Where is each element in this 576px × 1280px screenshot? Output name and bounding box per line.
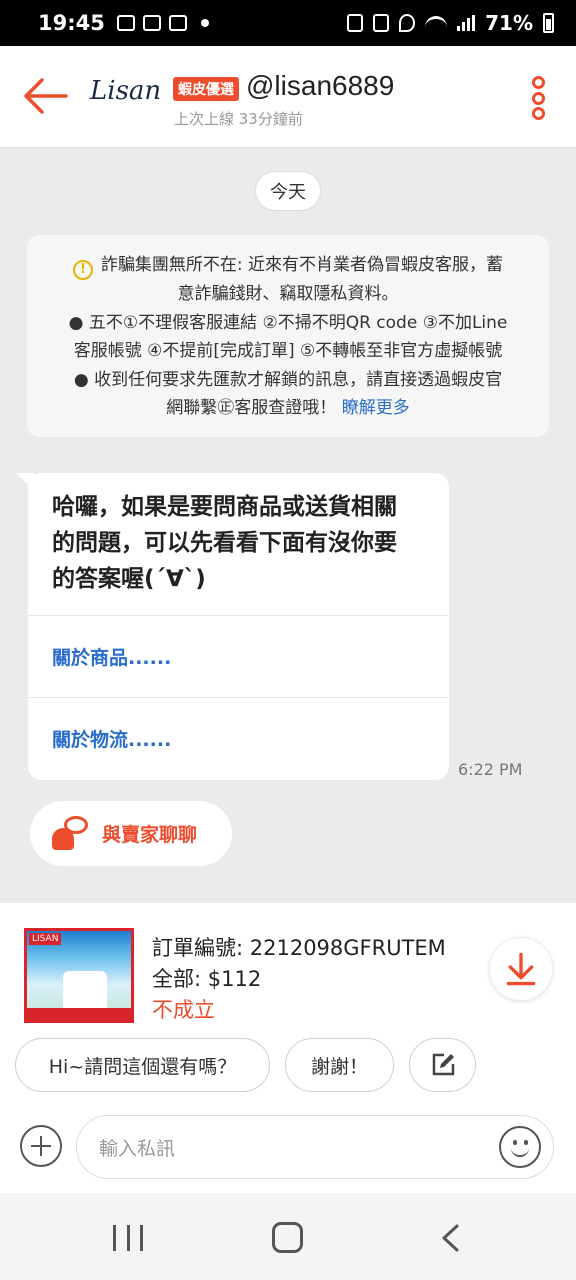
seller-username[interactable]: @lisan6889 [246, 70, 394, 102]
edit-quick-replies-button[interactable] [409, 1038, 476, 1092]
more-vertical-icon[interactable] [530, 76, 546, 120]
last-seen: 上次上線 33分鐘前 [174, 110, 303, 128]
plus-icon[interactable] [20, 1125, 62, 1167]
order-status: 不成立 [152, 998, 215, 1022]
preferred-seller-badge: 蝦皮優選 [173, 77, 239, 101]
system-nav-bar [0, 1193, 576, 1280]
gallery-notification-icon [116, 15, 135, 31]
date-pill: 今天 [255, 171, 321, 211]
signal-icon [457, 15, 476, 31]
quick-reply-chip[interactable]: Hi~請問這個還有嗎？ [15, 1038, 270, 1092]
mute-icon [373, 14, 390, 32]
edit-icon [432, 1053, 454, 1076]
product-thumbnail: LISAN [24, 928, 134, 1023]
thumbnail-brand-tag: LISAN [29, 933, 62, 945]
order-total: 全部: $112 [152, 967, 262, 991]
warning-icon: ! [72, 260, 93, 280]
app-notification-icon [168, 15, 187, 31]
auto-reply-message: 哈囉，如果是要問商品或送貨相關 的問題，可以先看看下面有沒你要 的答案喔(ˊ∀ˋ… [16, 473, 449, 780]
chat-seller-icon [50, 814, 90, 854]
message-line: 的答案喔(ˊ∀ˋ) [52, 566, 206, 592]
notice-text: 網聯繫㊣客服查證哦！ [166, 398, 337, 418]
message-input[interactable]: 輸入私訊 [76, 1115, 554, 1179]
battery-percent: 71% [485, 11, 533, 35]
nav-home-icon[interactable] [272, 1222, 303, 1253]
chat-with-seller-button[interactable]: 與賣家聊聊 [30, 801, 232, 866]
notification-icons [116, 15, 209, 31]
more-notifications-dot [200, 19, 209, 27]
chat-header: Lisan 蝦皮優選 @lisan6889 上次上線 33分鐘前 [0, 46, 576, 148]
download-icon[interactable] [489, 937, 553, 1001]
message-timestamp: 6:22 PM [458, 760, 523, 779]
system-indicators: 71% [347, 11, 554, 35]
nav-back-icon[interactable] [437, 1223, 465, 1253]
faq-shipping-option[interactable]: 關於物流...... [28, 697, 449, 779]
back-arrow-icon[interactable] [22, 76, 68, 116]
quick-reply-chip[interactable]: 謝謝！ [285, 1038, 394, 1092]
seller-logo: Lisan [90, 76, 162, 106]
sync-icon [347, 14, 364, 32]
emoji-icon[interactable] [499, 1126, 541, 1168]
message-line: 哈囉，如果是要問商品或送貨相關 [52, 494, 397, 520]
notice-text: 意詐騙錢財、竊取隱私資料。 [177, 284, 399, 304]
message-line: 的問題，可以先看看下面有沒你要 [52, 530, 397, 556]
nav-recent-icon[interactable] [113, 1225, 143, 1251]
order-info: 訂單編號: 2212098GFRUTEM 全部: $112 不成立 [152, 933, 446, 1026]
message-text: 哈囉，如果是要問商品或送貨相關 的問題，可以先看看下面有沒你要 的答案喔(ˊ∀ˋ… [28, 473, 449, 615]
quick-replies-bar: Hi~請問這個還有嗎？ 謝謝！ [0, 1023, 576, 1097]
chat-with-seller-label: 與賣家聊聊 [102, 824, 198, 846]
notice-text: 客服帳號 ④不提前[完成訂單] ⑤不轉帳至非官方虛擬帳號 [73, 341, 503, 361]
notice-text: ● 五不①不理假客服連結 ②不掃不明QR code ③不加Line [68, 312, 508, 333]
status-bar: 19:45 71% [0, 0, 576, 46]
scam-warning-notice: ! 詐騙集團無所不在: 近來有不肖業者偽冒蝦皮客服，蓄 意詐騙錢財、竊取隱私資料。… [27, 235, 549, 437]
learn-more-link[interactable]: 瞭解更多 [342, 398, 410, 418]
battery-icon [543, 13, 554, 33]
status-time: 19:45 [38, 11, 105, 35]
wifi-icon [425, 16, 448, 30]
notice-text: ● 收到任何要求先匯款才解鎖的訊息，請直接透過蝦皮官 [73, 369, 503, 390]
notice-text: 詐騙集團無所不在: 近來有不肖業者偽冒蝦皮客服，蓄 [100, 255, 504, 275]
app-notification-icon [142, 15, 161, 31]
location-icon [399, 14, 416, 32]
order-number: 訂單編號: 2212098GFRUTEM [152, 936, 446, 960]
message-input-placeholder: 輸入私訊 [99, 1137, 176, 1160]
faq-product-option[interactable]: 關於商品...... [28, 615, 449, 697]
message-input-bar: 輸入私訊 [0, 1097, 576, 1193]
